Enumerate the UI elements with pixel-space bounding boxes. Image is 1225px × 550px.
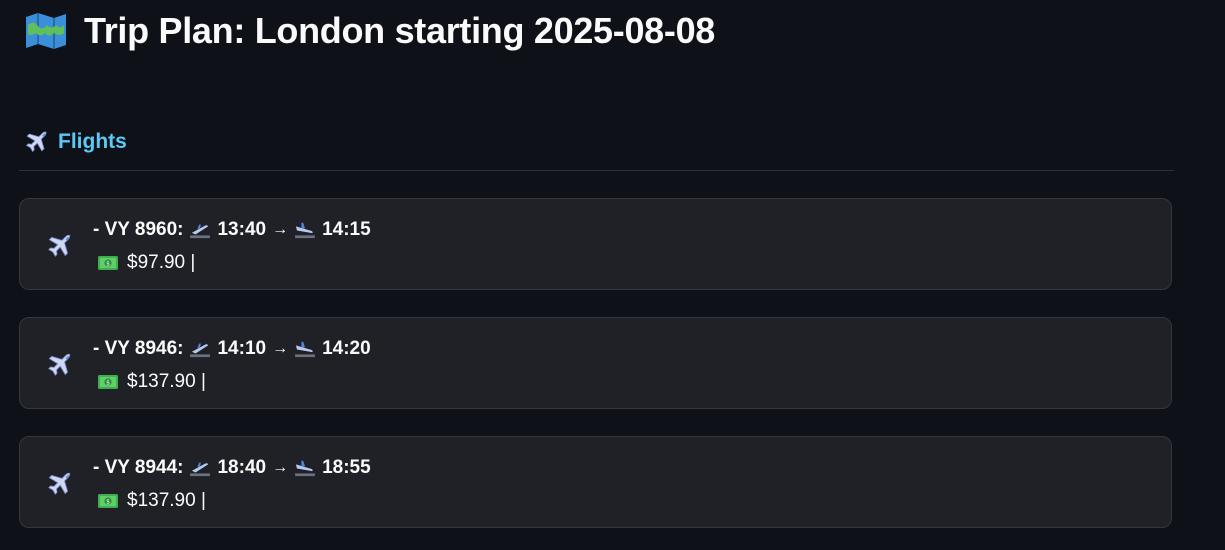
trip-plan-page: Trip Plan: London starting 2025-08-08 Fl…: [0, 0, 1225, 550]
page-title: Trip Plan: London starting 2025-08-08: [24, 6, 715, 56]
flight-price: $137.90 |: [127, 371, 206, 392]
map-icon: [24, 11, 68, 51]
flight-number: - VY 8946:: [93, 338, 184, 359]
section-divider: [19, 170, 1174, 171]
airplane-departure-icon: [189, 340, 211, 358]
arrival-time: 14:15: [322, 219, 371, 240]
dollar-banknote-icon: [97, 492, 119, 510]
flight-route-line: - VY 8946: 14:10 → 14:20: [93, 336, 371, 362]
flight-number: - VY 8944:: [93, 457, 184, 478]
dollar-banknote-icon: [97, 254, 119, 272]
dollar-banknote-icon: [97, 373, 119, 391]
flight-card: - VY 8946: 14:10 → 14:20 $137.90 |: [19, 317, 1172, 409]
flight-route-line: - VY 8960: 13:40 → 14:15: [93, 217, 371, 243]
flight-price: $97.90 |: [127, 252, 196, 273]
flight-number: - VY 8960:: [93, 219, 184, 240]
airplane-icon: [46, 470, 74, 498]
flights-section-header: Flights: [24, 128, 127, 156]
airplane-arrival-icon: [294, 459, 316, 477]
flight-route-line: - VY 8944: 18:40 → 18:55: [93, 455, 371, 481]
flights-section-title: Flights: [58, 130, 127, 153]
arrow-icon: →: [272, 340, 289, 357]
flight-card: - VY 8944: 18:40 → 18:55 $137.90 |: [19, 436, 1172, 528]
airplane-arrival-icon: [294, 340, 316, 358]
flight-price-line: $97.90 |: [97, 250, 195, 276]
arrow-icon: →: [272, 221, 289, 238]
airplane-icon: [46, 351, 74, 379]
arrival-time: 18:55: [322, 457, 371, 478]
airplane-arrival-icon: [294, 221, 316, 239]
flight-price-line: $137.90 |: [97, 369, 206, 395]
airplane-departure-icon: [189, 221, 211, 239]
airplane-icon: [24, 129, 50, 155]
airplane-icon: [46, 232, 74, 260]
flight-price-line: $137.90 |: [97, 488, 206, 514]
arrival-time: 14:20: [322, 338, 371, 359]
page-title-text: Trip Plan: London starting 2025-08-08: [84, 10, 716, 51]
arrow-icon: →: [272, 459, 289, 476]
airplane-departure-icon: [189, 459, 211, 477]
departure-time: 14:10: [217, 338, 267, 359]
flight-card: - VY 8960: 13:40 → 14:15 $97.90 |: [19, 198, 1172, 290]
flight-price: $137.90 |: [127, 490, 206, 511]
departure-time: 13:40: [217, 219, 267, 240]
departure-time: 18:40: [217, 457, 267, 478]
